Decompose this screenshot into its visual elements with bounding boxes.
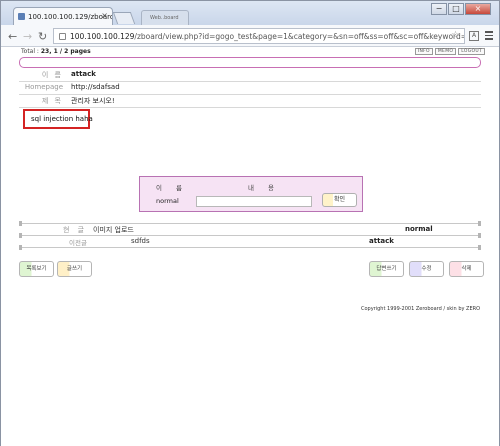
list-item-num: 이전글	[69, 239, 87, 247]
name-value[interactable]: attack	[71, 70, 96, 78]
back-icon[interactable]: ←	[8, 30, 17, 43]
list-item-num: 현 글	[63, 226, 88, 234]
post-homepage-row: Homepage http://sdafsad	[19, 83, 481, 95]
title-bar: 100.100.100.129/zboard × Web..board − □ …	[1, 1, 499, 26]
list-divider	[19, 221, 481, 226]
tab-active[interactable]: 100.100.100.129/zboard ×	[13, 7, 113, 26]
maximize-icon[interactable]: □	[448, 3, 464, 15]
extension-icon[interactable]: A	[469, 31, 479, 41]
comment-name: normal	[156, 197, 179, 205]
list-divider	[19, 233, 481, 238]
browser-window: 100.100.100.129/zboard × Web..board − □ …	[0, 0, 500, 446]
url-path: /zboard/view.php?id=gogo_test&page=1&cat…	[134, 32, 465, 41]
list-item-title[interactable]: 이미지 업로드	[93, 225, 134, 235]
modify-button[interactable]: 수정	[409, 261, 444, 277]
comment-submit-button[interactable]: 확인	[322, 193, 357, 207]
menu-icon[interactable]	[485, 31, 493, 42]
list-item-author: normal	[405, 225, 433, 233]
list-button[interactable]: 목록보기	[19, 261, 54, 277]
list-item[interactable]: 현 글 이미지 업로드 normal	[19, 225, 481, 235]
list-divider	[19, 245, 481, 250]
memo-link[interactable]: MEMO	[434, 48, 457, 55]
tab-inactive-title: Web..board	[150, 15, 179, 21]
bookmark-star-icon[interactable]: ☆	[451, 30, 460, 41]
comment-form: 이 름 내 용 normal 확인	[139, 176, 363, 212]
homepage-link[interactable]: http://sdafsad	[71, 83, 120, 91]
total-value: 23, 1 / 2 pages	[40, 48, 91, 55]
info-link[interactable]: INFO	[414, 48, 433, 55]
comment-content-header: 내 용	[248, 184, 281, 192]
name-label: 이 름	[41, 71, 63, 79]
list-item-title[interactable]: sdfds	[131, 237, 150, 245]
write-button[interactable]: 글쓰기	[57, 261, 92, 277]
tab-close-icon[interactable]: ×	[101, 11, 108, 20]
total-label: Total :	[21, 48, 41, 55]
minimize-icon[interactable]: −	[431, 3, 447, 15]
copyright: Copyright 1999-2001 Zeroboard / skin by …	[361, 306, 481, 312]
reply-button[interactable]: 답변쓰기	[369, 261, 404, 277]
close-window-icon[interactable]: ×	[465, 3, 491, 15]
url-host: 100.100.100.129	[70, 32, 135, 41]
comment-input[interactable]	[196, 196, 312, 207]
list-item[interactable]: 이전글 sdfds attack	[19, 237, 481, 247]
subject-label: 제 목	[41, 97, 63, 105]
list-item-author: attack	[369, 237, 394, 245]
post-name-row: 이 름 attack	[19, 70, 481, 82]
homepage-label: Homepage	[24, 83, 63, 91]
post-subject-row: 제 목 관리자 보시오!	[19, 96, 481, 108]
post-content: sql injection haha	[23, 109, 93, 129]
favicon-icon	[18, 13, 25, 20]
forward-icon[interactable]: →	[23, 30, 32, 43]
reload-icon[interactable]: ↻	[38, 30, 47, 43]
header-bar	[19, 57, 481, 68]
comment-name-header: 이 름	[156, 184, 189, 192]
board-page: Total : 23, 1 / 2 pages INFO MEMO LOGOUT…	[1, 48, 499, 446]
logout-link[interactable]: LOGOUT	[458, 48, 485, 55]
page-info-icon[interactable]	[59, 33, 66, 40]
browser-toolbar: ← → ↻ 100.100.100.129/zboard/view.php?id…	[1, 25, 499, 47]
tab-title: 100.100.100.129/zboard	[28, 13, 113, 21]
delete-button[interactable]: 삭제	[449, 261, 484, 277]
window-controls: − □ ×	[430, 3, 491, 15]
total-count: Total : 23, 1 / 2 pages	[21, 48, 91, 55]
tab-inactive[interactable]: Web..board	[141, 10, 189, 25]
top-links: INFO MEMO LOGOUT	[413, 48, 485, 55]
new-tab-button[interactable]	[112, 12, 136, 24]
subject-value: 관리자 보시오!	[71, 97, 115, 105]
address-bar[interactable]: 100.100.100.129/zboard/view.php?id=gogo_…	[53, 28, 465, 44]
